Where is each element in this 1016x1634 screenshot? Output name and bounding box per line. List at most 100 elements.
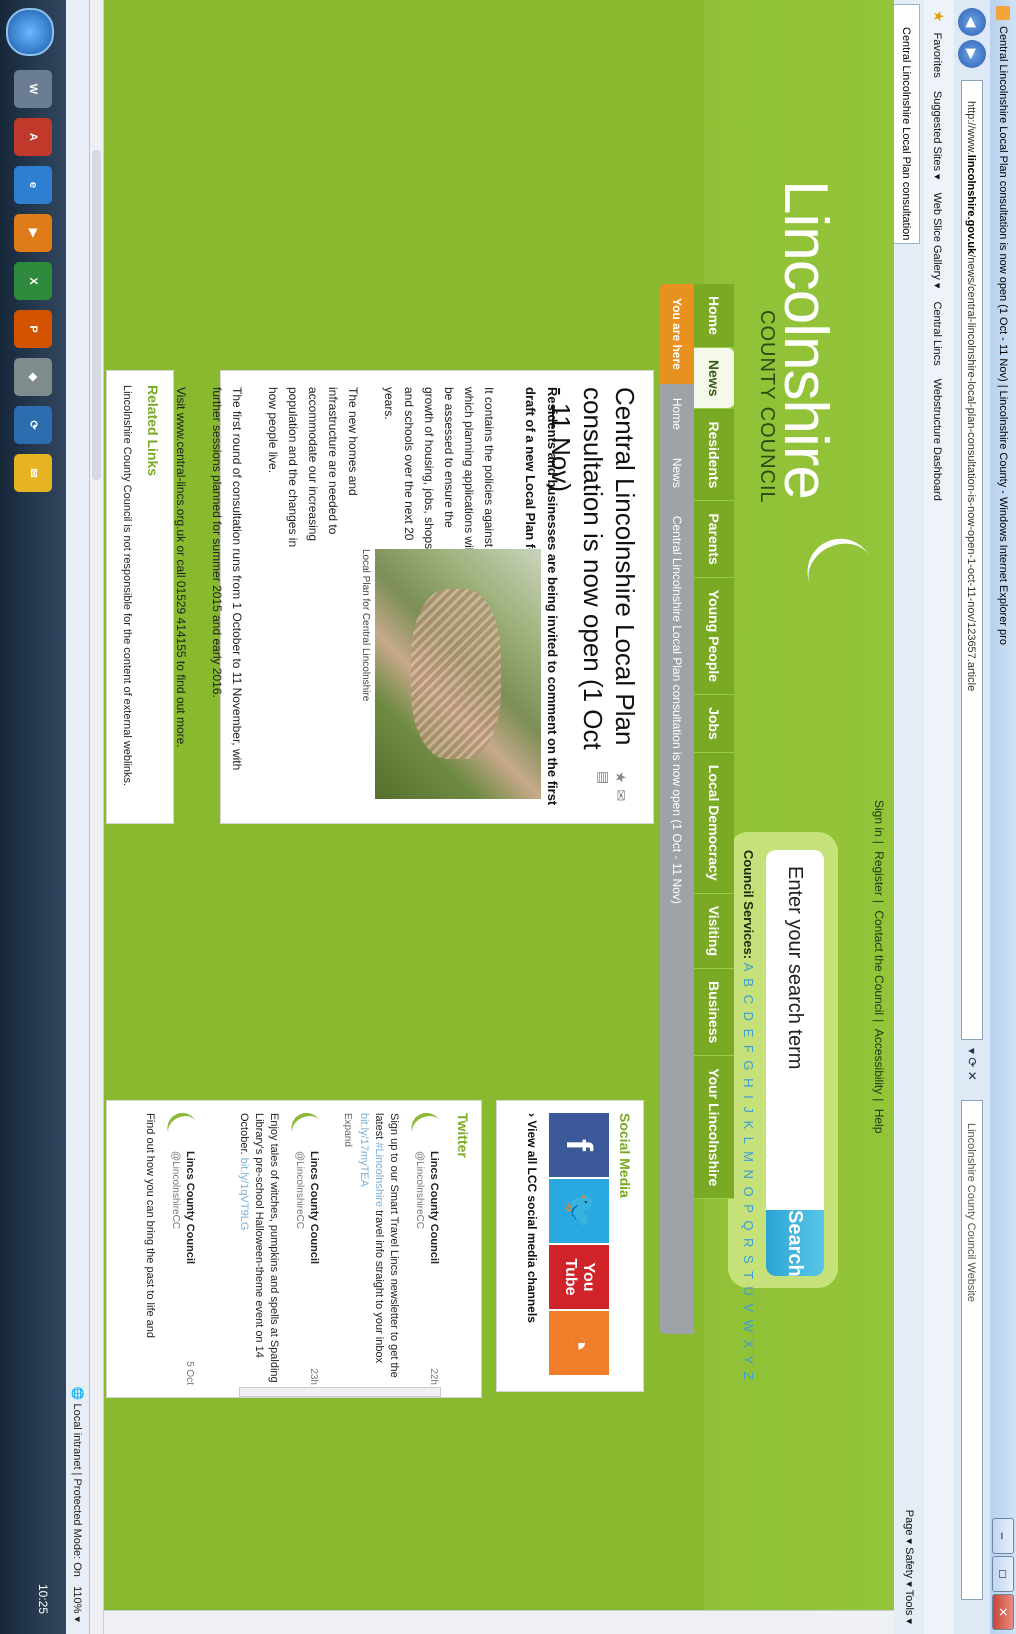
tweet: Lincs County Council @LincolnshireCC 5 O… xyxy=(117,1107,202,1385)
window-title: Central Lincolnshire Local Plan consulta… xyxy=(997,26,1009,645)
media-player-icon[interactable]: ▶ xyxy=(14,214,52,252)
tweet: Lincs County Council @LincolnshireCC 23h… xyxy=(211,1107,326,1385)
taskbar-clock[interactable]: 10:25 xyxy=(34,1584,52,1614)
az-index[interactable]: A B C D E F G H I J K L M N O P Q R S T … xyxy=(741,963,756,1382)
logo-subtitle: COUNTY COUNCIL xyxy=(756,310,778,504)
vertical-scrollbar[interactable] xyxy=(104,1610,894,1634)
facebook-icon[interactable]: f xyxy=(549,1113,609,1177)
nav-news[interactable]: News xyxy=(694,347,734,410)
url-domain: lincolnshire.gov.uk xyxy=(965,154,977,255)
outlook-icon[interactable]: ✉ xyxy=(14,454,52,492)
ie-icon xyxy=(996,6,1010,20)
acrobat-icon[interactable]: A xyxy=(14,118,52,156)
nav-business[interactable]: Business xyxy=(694,969,734,1057)
security-zone[interactable]: Local intranet | Protected Mode: On xyxy=(71,1403,83,1576)
tweet-link[interactable]: bit.ly/17myTEA xyxy=(358,1113,370,1187)
tweet-author[interactable]: Lincs County Council xyxy=(182,1151,197,1264)
favorites-button[interactable]: Favorites xyxy=(931,33,943,78)
browser-tab[interactable]: Central Lincolnshire Local Plan consulta… xyxy=(894,4,920,244)
youtube-icon[interactable]: You Tube xyxy=(549,1245,609,1309)
favorites-star-icon[interactable]: ★ xyxy=(931,10,947,23)
twitter-panel: Twitter Lincs County Council @Lincolnshi… xyxy=(106,1100,482,1398)
site-search-input[interactable]: Enter your search term xyxy=(766,850,824,1210)
tweet-text: Enjoy tales of witches, pumpkins and spe… xyxy=(236,1113,281,1385)
internet-explorer-icon[interactable]: e xyxy=(14,166,52,204)
main-nav: Home News Residents Parents Young People… xyxy=(694,284,734,1334)
contact-link[interactable]: Contact the Council xyxy=(872,910,886,1015)
help-link[interactable]: Help xyxy=(872,1109,886,1134)
powerpoint-icon[interactable]: P xyxy=(14,310,52,348)
share-icons[interactable]: ★✉▤ xyxy=(595,771,629,823)
rss-icon[interactable]: ◔ xyxy=(549,1311,609,1375)
nav-jobs[interactable]: Jobs xyxy=(694,695,734,753)
tweet-link[interactable]: bit.ly/1qVT9LG xyxy=(238,1158,250,1231)
tweet-time: 23h xyxy=(308,1368,319,1385)
nav-local-democracy[interactable]: Local Democracy xyxy=(694,752,734,894)
network-icon[interactable]: ◆ xyxy=(14,358,52,396)
nav-home[interactable]: Home xyxy=(694,284,734,348)
nav-parents[interactable]: Parents xyxy=(694,501,734,578)
tweet-text-part: Enjoy tales of witches, pumpkins and spe… xyxy=(238,1113,280,1383)
forward-icon[interactable]: ▶ xyxy=(958,40,986,68)
social-media-heading: Social Media xyxy=(617,1113,633,1198)
web-slice-gallery-link[interactable]: Web Slice Gallery ▾ xyxy=(931,193,943,289)
lcc-avatar-icon xyxy=(286,1107,326,1147)
lcc-avatar-icon xyxy=(162,1107,202,1147)
close-button[interactable]: ✕ xyxy=(992,1594,1014,1630)
start-button-icon[interactable] xyxy=(6,8,54,56)
nav-young-people[interactable]: Young People xyxy=(694,577,734,696)
back-icon[interactable]: ◀ xyxy=(958,8,986,36)
horizontal-scrollbar[interactable] xyxy=(89,0,104,1634)
url-path: /news/central-lincolnshire-local-plan-co… xyxy=(965,254,977,692)
tweet-expand-link[interactable]: Expand xyxy=(340,1113,355,1147)
twitter-bird-icon[interactable]: 🐦 xyxy=(549,1179,609,1243)
screen: Central Lincolnshire Local Plan consulta… xyxy=(0,0,1016,1634)
view-all-social-link[interactable]: › View all LCC social media channels xyxy=(525,1113,539,1323)
refresh-app-icon[interactable]: ⟳ xyxy=(14,406,52,444)
breadcrumb-news[interactable]: News xyxy=(660,444,694,502)
register-link[interactable]: Register xyxy=(872,851,886,896)
scroll-thumb[interactable] xyxy=(92,150,101,480)
tweet-author[interactable]: Lincs County Council xyxy=(306,1151,321,1264)
nav-residents[interactable]: Residents xyxy=(694,409,734,502)
tab-bar: Central Lincolnshire Local Plan consulta… xyxy=(893,0,924,1634)
breadcrumb: You are here Home News Central Lincolnsh… xyxy=(660,284,694,1334)
central-lincs-link[interactable]: Central Lincs xyxy=(931,301,943,365)
window-title-bar: Central Lincolnshire Local Plan consulta… xyxy=(989,0,1016,1634)
excel-icon[interactable]: X xyxy=(14,262,52,300)
aerial-photo xyxy=(375,549,541,799)
webstructure-link[interactable]: Webstructure Dashboard xyxy=(931,379,943,501)
article-panel: Central Lincolnshire Local Plan consulta… xyxy=(174,370,654,824)
nav-visiting[interactable]: Visiting xyxy=(694,893,734,970)
refresh-stop-icons[interactable]: ▾ ⟳ ✕ xyxy=(961,1048,983,1081)
zoom-level[interactable]: 110% xyxy=(71,1586,83,1613)
favorites-bar: ★ Favorites Suggested Sites ▾ Web Slice G… xyxy=(923,0,954,1634)
command-bar-menus[interactable]: Page ▾ Safety ▾ Tools ▾ xyxy=(894,1510,924,1624)
address-bar: ◀ ▶ http://www.lincolnshire.gov.uk/news/… xyxy=(953,0,990,1634)
word-icon[interactable]: W xyxy=(14,70,52,108)
logo-name: Lincolnshire xyxy=(771,180,840,499)
tweet: Lincs County Council @LincolnshireCC 22h… xyxy=(331,1107,446,1385)
minimize-button[interactable]: – xyxy=(992,1518,1014,1554)
site-search: Enter your search term Search Council Se… xyxy=(728,832,838,1382)
twitter-heading: Twitter xyxy=(455,1113,471,1158)
twitter-scrollbar[interactable] xyxy=(239,1387,441,1397)
related-links-panel: Related Links Lincolnshire County Counci… xyxy=(106,370,174,824)
related-links-disclaimer: Lincolnshire County Council is not respo… xyxy=(121,385,133,787)
nav-your-lincolnshire[interactable]: Your Lincolnshire xyxy=(694,1056,734,1200)
maximize-button[interactable]: □ xyxy=(992,1556,1014,1592)
url-input[interactable]: http://www.lincolnshire.gov.uk/news/cent… xyxy=(961,80,983,1040)
breadcrumb-you-are-here: You are here xyxy=(660,284,694,384)
tweet-author[interactable]: Lincs County Council xyxy=(426,1151,441,1264)
breadcrumb-home[interactable]: Home xyxy=(660,384,694,444)
suggested-sites-link[interactable]: Suggested Sites ▾ xyxy=(931,91,943,180)
accessibility-link[interactable]: Accessibility xyxy=(872,1029,886,1094)
tweet-handle: @LincolnshireCC xyxy=(170,1151,181,1229)
breadcrumb-current: Central Lincolnshire Local Plan consulta… xyxy=(670,515,684,904)
site-logo[interactable]: Lincolnshire COUNTY COUNCIL xyxy=(755,180,874,593)
sign-in-link[interactable]: Sign in xyxy=(872,800,886,837)
tweet-hashtag[interactable]: #Lincolnshire xyxy=(373,1142,385,1207)
status-bar: 🌐 Local intranet | Protected Mode: On 11… xyxy=(65,0,90,1634)
search-button[interactable]: Search xyxy=(766,1210,824,1277)
browser-search-input[interactable]: Lincolnshire County Council Website xyxy=(961,1100,983,1600)
